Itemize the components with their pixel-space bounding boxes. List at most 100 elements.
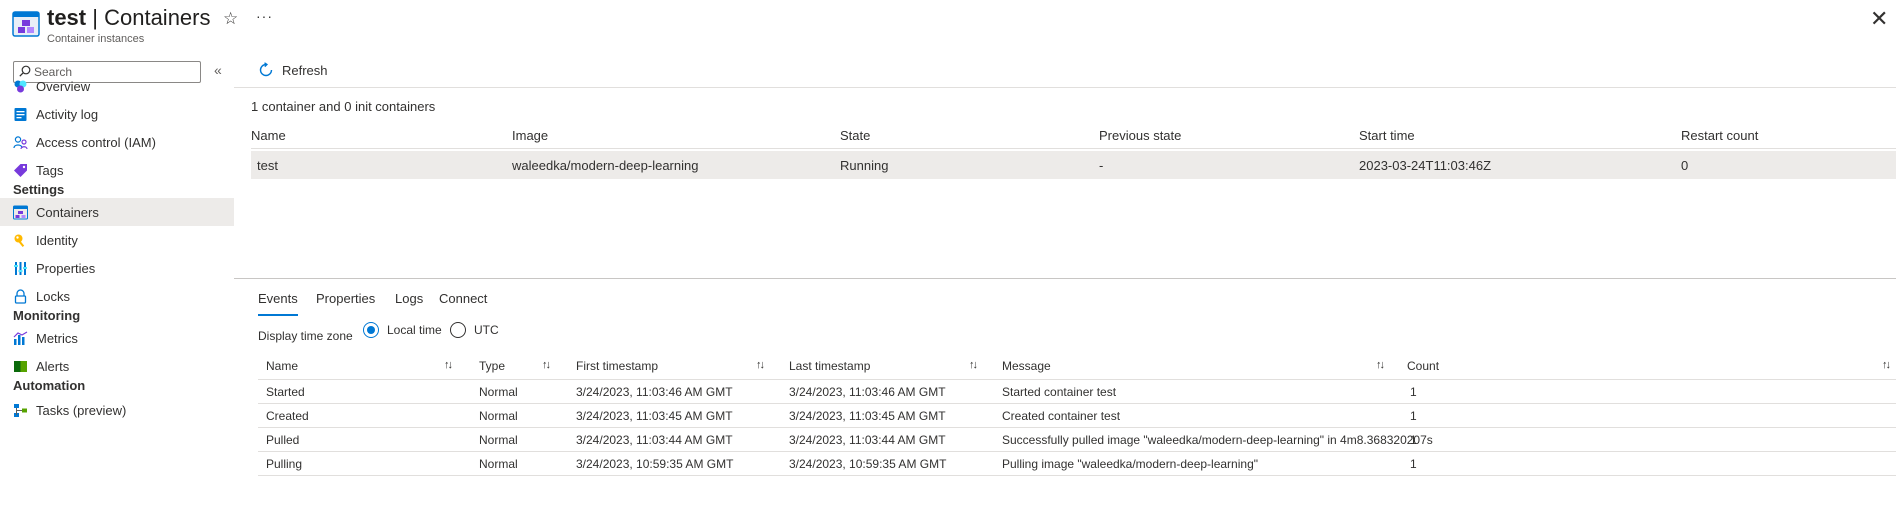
section-title-automation: Automation: [13, 378, 86, 393]
identity-icon: [14, 234, 25, 247]
column-header-name[interactable]: Name: [266, 359, 298, 373]
main-content: Refresh 1 container and 0 init container…: [234, 56, 1896, 516]
sidebar-item-activity-log[interactable]: Activity log: [0, 100, 234, 128]
activity-log-icon: [14, 107, 27, 121]
timezone-label: Display time zone: [258, 329, 353, 343]
event-name: Pulling: [266, 457, 303, 471]
sidebar-item-label: Overview: [36, 78, 91, 94]
event-first-timestamp: 3/24/2023, 11:03:44 AM GMT: [576, 433, 733, 447]
radio-indicator: [450, 322, 466, 338]
event-name: Pulled: [266, 433, 300, 447]
sidebar-item-label: Access control (IAM): [36, 134, 156, 150]
title-separator: |: [92, 5, 98, 30]
sidebar-item-label: Alerts: [36, 358, 70, 374]
tab-connect[interactable]: Connect: [439, 286, 487, 316]
column-header-count[interactable]: Count: [1407, 359, 1439, 373]
event-type: Normal: [479, 457, 518, 471]
container-instances-icon: [12, 11, 40, 37]
page-title: test | Containers: [47, 5, 210, 31]
event-name: Started: [266, 385, 305, 399]
column-header-message[interactable]: Message: [1002, 359, 1051, 373]
table-header-row: Name Image State Previous state Start ti…: [251, 121, 1896, 149]
command-bar: Refresh: [234, 56, 1896, 88]
event-type: Normal: [479, 409, 518, 423]
event-count: 1: [1410, 457, 1417, 471]
column-header-restart-count[interactable]: Restart count: [1681, 128, 1758, 143]
table-row[interactable]: Pulled Normal 3/24/2023, 11:03:44 AM GMT…: [258, 428, 1896, 452]
sidebar-item-locks[interactable]: Locks: [0, 282, 234, 310]
events-table: Name ↑↓ Type ↑↓ First timestamp ↑↓ Last …: [258, 352, 1896, 476]
pane-splitter[interactable]: [234, 278, 1896, 279]
resource-menu: « Overview Activity log Access control (…: [0, 56, 234, 516]
sort-icon[interactable]: ↑↓: [1376, 359, 1385, 371]
table-row[interactable]: test waleedka/modern-deep-learning Runni…: [251, 151, 1896, 179]
radio-indicator: [363, 322, 379, 338]
event-message: Successfully pulled image "waleedka/mode…: [1002, 433, 1433, 447]
sort-icon[interactable]: ↑↓: [542, 359, 551, 371]
lock-icon: [14, 288, 27, 304]
star-icon[interactable]: ☆: [223, 9, 238, 29]
column-header-last-timestamp[interactable]: Last timestamp: [789, 359, 870, 373]
event-name: Created: [266, 409, 309, 423]
table-row[interactable]: Created Normal 3/24/2023, 11:03:45 AM GM…: [258, 404, 1896, 428]
container-restart-count: 0: [1681, 158, 1689, 173]
container-image: waleedka/modern-deep-learning: [512, 158, 699, 173]
sort-icon[interactable]: ↑↓: [444, 359, 453, 371]
column-header-name[interactable]: Name: [251, 128, 286, 143]
radio-label: UTC: [474, 323, 499, 337]
sidebar-item-label: Properties: [36, 260, 96, 276]
tab-logs[interactable]: Logs: [395, 286, 423, 316]
column-header-image[interactable]: Image: [512, 128, 548, 143]
event-last-timestamp: 3/24/2023, 11:03:44 AM GMT: [789, 433, 946, 447]
radio-local-time[interactable]: Local time: [363, 322, 442, 338]
table-row[interactable]: Started Normal 3/24/2023, 11:03:46 AM GM…: [258, 380, 1896, 404]
sidebar-item-access-control[interactable]: Access control (IAM): [0, 128, 234, 156]
sidebar-item-overview[interactable]: Overview: [0, 72, 234, 100]
container-previous-state: -: [1099, 158, 1104, 173]
event-last-timestamp: 3/24/2023, 11:03:45 AM GMT: [789, 409, 946, 423]
event-message: Created container test: [1002, 409, 1121, 423]
container-name: test: [257, 158, 278, 173]
column-header-type[interactable]: Type: [479, 359, 505, 373]
sidebar-item-properties[interactable]: Properties: [0, 254, 234, 282]
column-header-first-timestamp[interactable]: First timestamp: [576, 359, 658, 373]
container-summary: 1 container and 0 init containers: [251, 99, 436, 114]
page-name: Containers: [104, 5, 211, 30]
sidebar-item-tasks[interactable]: Tasks (preview): [0, 396, 234, 424]
tab-properties[interactable]: Properties: [316, 286, 375, 316]
sidebar-item-metrics[interactable]: Metrics: [0, 324, 234, 352]
sidebar-item-tags[interactable]: Tags: [0, 156, 234, 184]
sidebar-item-label: Tags: [36, 162, 64, 178]
sort-icon[interactable]: ↑↓: [756, 359, 765, 371]
refresh-label: Refresh: [282, 62, 328, 78]
event-first-timestamp: 3/24/2023, 11:03:45 AM GMT: [576, 409, 733, 423]
table-header-row: Name ↑↓ Type ↑↓ First timestamp ↑↓ Last …: [258, 352, 1896, 380]
event-message: Started container test: [1002, 385, 1117, 399]
container-start-time: 2023-03-24T11:03:46Z: [1359, 158, 1492, 173]
sidebar-item-alerts[interactable]: Alerts: [0, 352, 234, 380]
event-type: Normal: [479, 433, 518, 447]
tab-events[interactable]: Events: [258, 286, 298, 316]
column-header-start-time[interactable]: Start time: [1359, 128, 1415, 143]
sort-icon[interactable]: ↑↓: [1882, 359, 1891, 371]
column-header-previous-state[interactable]: Previous state: [1099, 128, 1181, 143]
close-icon[interactable]: ✕: [1870, 6, 1888, 32]
tag-icon: [14, 163, 27, 177]
refresh-button[interactable]: Refresh: [258, 62, 328, 78]
resource-name: test: [47, 5, 87, 30]
sidebar-item-containers[interactable]: Containers: [0, 198, 234, 226]
column-header-state[interactable]: State: [840, 128, 870, 143]
sidebar-item-label: Locks: [36, 288, 70, 304]
radio-utc[interactable]: UTC: [450, 322, 499, 338]
containers-icon: [13, 205, 28, 219]
table-row[interactable]: Pulling Normal 3/24/2023, 10:59:35 AM GM…: [258, 452, 1896, 476]
blade-header: test | Containers Container instances ☆ …: [0, 0, 1896, 56]
event-last-timestamp: 3/24/2023, 10:59:35 AM GMT: [789, 457, 947, 471]
more-icon[interactable]: ···: [256, 8, 273, 24]
event-last-timestamp: 3/24/2023, 11:03:46 AM GMT: [789, 385, 946, 399]
sort-icon[interactable]: ↑↓: [969, 359, 978, 371]
properties-icon: [14, 261, 27, 275]
sidebar-item-identity[interactable]: Identity: [0, 226, 234, 254]
tasks-icon: [14, 403, 27, 417]
refresh-icon: [259, 62, 273, 77]
